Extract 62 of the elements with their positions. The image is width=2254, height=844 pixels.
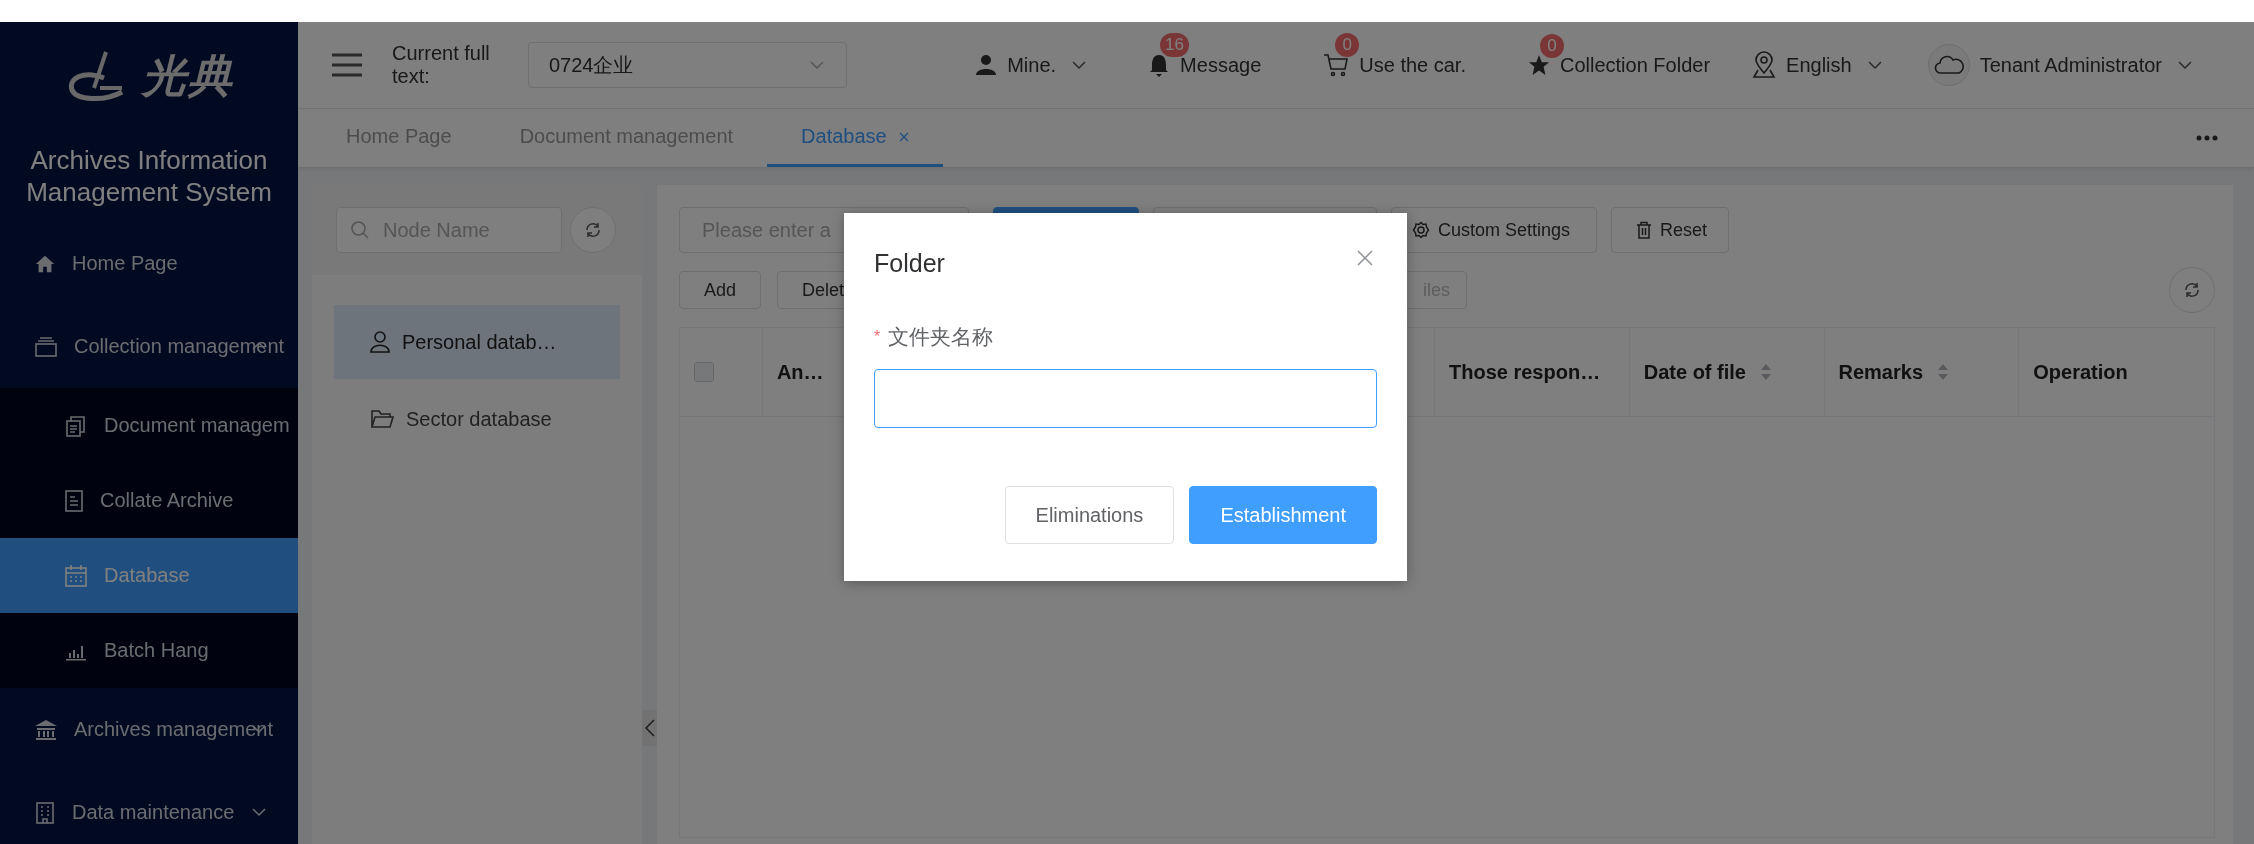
bank-icon — [34, 718, 58, 741]
column-header[interactable]: Those respon… — [1435, 328, 1630, 416]
refresh-button[interactable] — [2169, 267, 2215, 313]
search-icon — [350, 220, 370, 240]
refresh-icon — [2183, 281, 2201, 299]
count-badge: 0 — [1335, 33, 1360, 57]
header-action[interactable]: Mine. — [975, 53, 1087, 77]
refresh-icon — [584, 221, 602, 239]
menu-item[interactable]: Home Page — [0, 222, 298, 305]
field-label: * 文件夹名称 — [874, 324, 995, 350]
column-header[interactable]: Remarks — [1824, 328, 2020, 416]
close-icon — [1357, 250, 1373, 266]
logo-text: 光典 — [142, 48, 234, 103]
folder-icon — [370, 409, 394, 429]
checkbox[interactable] — [694, 362, 714, 382]
count-badge: 16 — [1160, 33, 1190, 57]
dialog-button[interactable]: Eliminations — [1004, 486, 1175, 544]
star-icon — [1528, 54, 1550, 76]
required-mark: * — [874, 328, 881, 346]
building-icon — [34, 801, 56, 824]
gear-icon — [1412, 221, 1430, 239]
submenu-item[interactable]: Collate Archive — [0, 463, 298, 538]
location-pin-icon — [1752, 51, 1777, 79]
header-action[interactable]: Tenant Administrator — [1927, 44, 2192, 86]
person-icon — [370, 331, 390, 353]
cloud-icon — [1933, 55, 1964, 75]
submenu-item[interactable]: Batch Hang — [0, 613, 298, 688]
refresh-button[interactable] — [570, 207, 616, 253]
tray-icon — [34, 335, 58, 358]
menu-button[interactable] — [332, 53, 362, 77]
input-field[interactable] — [874, 369, 1377, 428]
toolbar-button[interactable]: Reset — [1611, 207, 1729, 253]
chevron-down-icon — [810, 60, 825, 70]
close-button[interactable] — [1357, 250, 1373, 266]
column-header[interactable]: Date of file — [1629, 328, 1825, 416]
field-label: Current full text: — [392, 42, 491, 88]
documents-icon — [64, 413, 88, 438]
cart-icon — [1323, 53, 1350, 77]
submenu-item[interactable]: Document managem — [0, 388, 298, 463]
menu-item[interactable]: Data maintenance — [0, 771, 298, 844]
bell-icon — [1148, 53, 1171, 77]
toolbar-button[interactable]: Custom Settings — [1391, 207, 1597, 253]
collapse-button[interactable] — [642, 710, 657, 746]
chevron-left-icon — [644, 719, 655, 737]
action-button[interactable]: Add — [679, 271, 762, 309]
calendar-icon — [64, 563, 88, 588]
app-title: Archives Information Management System — [25, 144, 273, 209]
menu-item[interactable]: Archives management — [0, 688, 298, 771]
user-icon — [975, 54, 998, 76]
header-action[interactable]: English — [1752, 51, 1882, 79]
more-icon — [2196, 135, 2218, 141]
column-header[interactable]: Operation — [2019, 328, 2214, 416]
more-button[interactable] — [2196, 135, 2218, 141]
tree-item[interactable]: Personal datab… — [334, 305, 620, 379]
menu-item[interactable]: Collection management — [0, 305, 298, 388]
trash-icon — [1636, 221, 1652, 239]
count-badge: 0 — [1540, 33, 1564, 58]
tree-item[interactable]: Sector database — [334, 382, 620, 456]
select-field[interactable]: 0724企业 — [528, 42, 848, 88]
menu-icon — [332, 53, 362, 77]
document-icon — [64, 488, 84, 513]
dialog-button[interactable]: Establishment — [1189, 486, 1377, 544]
